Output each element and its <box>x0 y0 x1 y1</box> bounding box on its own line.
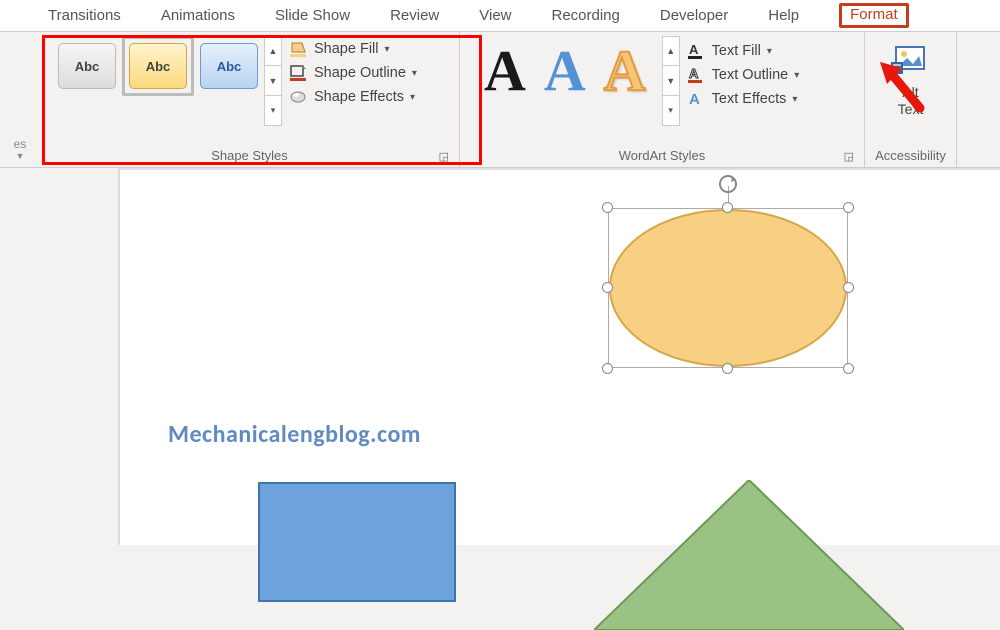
tab-slideshow[interactable]: Slide Show <box>275 7 350 24</box>
shape-style-gallery[interactable]: Abc Abc Abc <box>48 36 258 96</box>
chevron-down-icon: ▾ <box>767 46 772 57</box>
text-outline-icon: A <box>686 66 706 84</box>
gallery-up-button[interactable]: ▲ <box>264 36 282 66</box>
text-effects-label: Text Effects <box>712 91 787 107</box>
selected-ellipse-shape[interactable] <box>608 208 848 368</box>
slide-canvas[interactable]: Mechanicalengblog.com <box>118 168 1000 545</box>
wordart-gallery[interactable]: A A A <box>468 36 656 100</box>
shape-fill-button[interactable]: Shape Fill ▾ <box>288 40 417 58</box>
group-wordart-styles: A A A ▲ ▼ ▾ A Text Fill ▾ A <box>460 32 865 167</box>
truncated-group[interactable]: es ▼ <box>0 32 40 167</box>
shape-effects-label: Shape Effects <box>314 89 404 105</box>
text-outline-label: Text Outline <box>712 67 789 83</box>
tab-animations[interactable]: Animations <box>161 7 235 24</box>
truncated-label: es <box>0 137 40 151</box>
wordart-thumb-2[interactable]: A <box>544 42 586 100</box>
wordart-group-label: WordArt Styles ◲ <box>468 146 856 167</box>
group-shape-styles: Abc Abc Abc ▲ ▼ ▾ Shape Fill ▾ <box>40 32 460 167</box>
shape-outline-icon <box>288 64 308 82</box>
alt-text-button[interactable]: Alt Text <box>873 36 948 118</box>
group-accessibility: Alt Text Accessibility <box>865 32 957 167</box>
chevron-down-icon: ▾ <box>794 70 799 81</box>
wordart-more-button[interactable]: ▾ <box>662 96 680 126</box>
resize-handle-r[interactable] <box>843 282 854 293</box>
shape-style-thumb-3[interactable]: Abc <box>200 43 258 89</box>
chevron-down-icon: ▾ <box>792 94 797 105</box>
rotate-handle-icon[interactable] <box>718 174 738 197</box>
tab-recording[interactable]: Recording <box>552 7 620 24</box>
rectangle-shape[interactable] <box>258 482 456 602</box>
dialog-launcher-icon[interactable]: ◲ <box>844 150 854 163</box>
svg-text:A: A <box>689 66 699 81</box>
shape-fill-icon <box>288 40 308 58</box>
triangle-shape[interactable] <box>594 480 904 630</box>
text-fill-icon: A <box>686 42 706 60</box>
shape-styles-label-text: Shape Styles <box>211 148 288 163</box>
chevron-down-icon: ▼ <box>0 151 40 161</box>
ellipse-shape-svg <box>608 208 848 368</box>
text-effects-button[interactable]: A Text Effects ▾ <box>686 90 800 108</box>
wordart-thumb-1[interactable]: A <box>484 42 526 100</box>
wordart-down-button[interactable]: ▼ <box>662 66 680 96</box>
shape-effects-icon <box>288 88 308 106</box>
text-fill-label: Text Fill <box>712 43 761 59</box>
shape-style-thumb-2-selected[interactable]: Abc <box>122 36 194 96</box>
text-outline-button[interactable]: A Text Outline ▾ <box>686 66 800 84</box>
accessibility-group-label: Accessibility <box>873 146 948 167</box>
tab-format[interactable]: Format <box>850 6 898 28</box>
wordart-label-text: WordArt Styles <box>619 148 705 163</box>
chevron-down-icon: ▾ <box>384 44 389 55</box>
resize-handle-br[interactable] <box>843 363 854 374</box>
ribbon-tabs: Transitions Animations Slide Show Review… <box>0 0 1000 32</box>
wordart-gallery-spinner: ▲ ▼ ▾ <box>662 36 680 126</box>
text-fill-button[interactable]: A Text Fill ▾ <box>686 42 800 60</box>
wordart-up-button[interactable]: ▲ <box>662 36 680 66</box>
resize-handle-tl[interactable] <box>602 202 613 213</box>
tab-review[interactable]: Review <box>390 7 439 24</box>
tab-view[interactable]: View <box>479 7 511 24</box>
alt-text-icon <box>891 44 931 78</box>
wordart-thumb-3[interactable]: A <box>604 42 646 100</box>
svg-text:A: A <box>689 91 700 108</box>
resize-handle-bl[interactable] <box>602 363 613 374</box>
svg-text:A: A <box>689 42 699 57</box>
resize-handle-t[interactable] <box>722 202 733 213</box>
alt-text-label-1: Alt <box>898 84 924 101</box>
gallery-down-button[interactable]: ▼ <box>264 66 282 96</box>
gallery-more-button[interactable]: ▾ <box>264 96 282 126</box>
shape-style-thumb-1[interactable]: Abc <box>58 43 116 89</box>
shape-styles-group-label: Shape Styles ◲ <box>48 146 451 167</box>
watermark-text: Mechanicalengblog.com <box>168 420 421 449</box>
chevron-down-icon: ▾ <box>410 92 415 103</box>
tab-transitions[interactable]: Transitions <box>48 7 121 24</box>
resize-handle-l[interactable] <box>602 282 613 293</box>
dialog-launcher-icon[interactable]: ◲ <box>439 150 449 163</box>
shape-effects-button[interactable]: Shape Effects ▾ <box>288 88 417 106</box>
tab-developer[interactable]: Developer <box>660 7 728 24</box>
alt-text-label-2: Text <box>898 101 924 118</box>
shape-fill-label: Shape Fill <box>314 41 378 57</box>
shape-outline-button[interactable]: Shape Outline ▾ <box>288 64 417 82</box>
tab-help[interactable]: Help <box>768 7 799 24</box>
shape-style-thumb-2: Abc <box>129 43 187 89</box>
shape-outline-label: Shape Outline <box>314 65 406 81</box>
text-effects-icon: A <box>686 90 706 108</box>
ribbon: es ▼ Abc Abc Abc ▲ ▼ ▾ S <box>0 32 1000 168</box>
tab-format-highlight: Format <box>839 3 909 28</box>
resize-handle-b[interactable] <box>722 363 733 374</box>
gallery-spinner: ▲ ▼ ▾ <box>264 36 282 126</box>
resize-handle-tr[interactable] <box>843 202 854 213</box>
chevron-down-icon: ▾ <box>412 68 417 79</box>
